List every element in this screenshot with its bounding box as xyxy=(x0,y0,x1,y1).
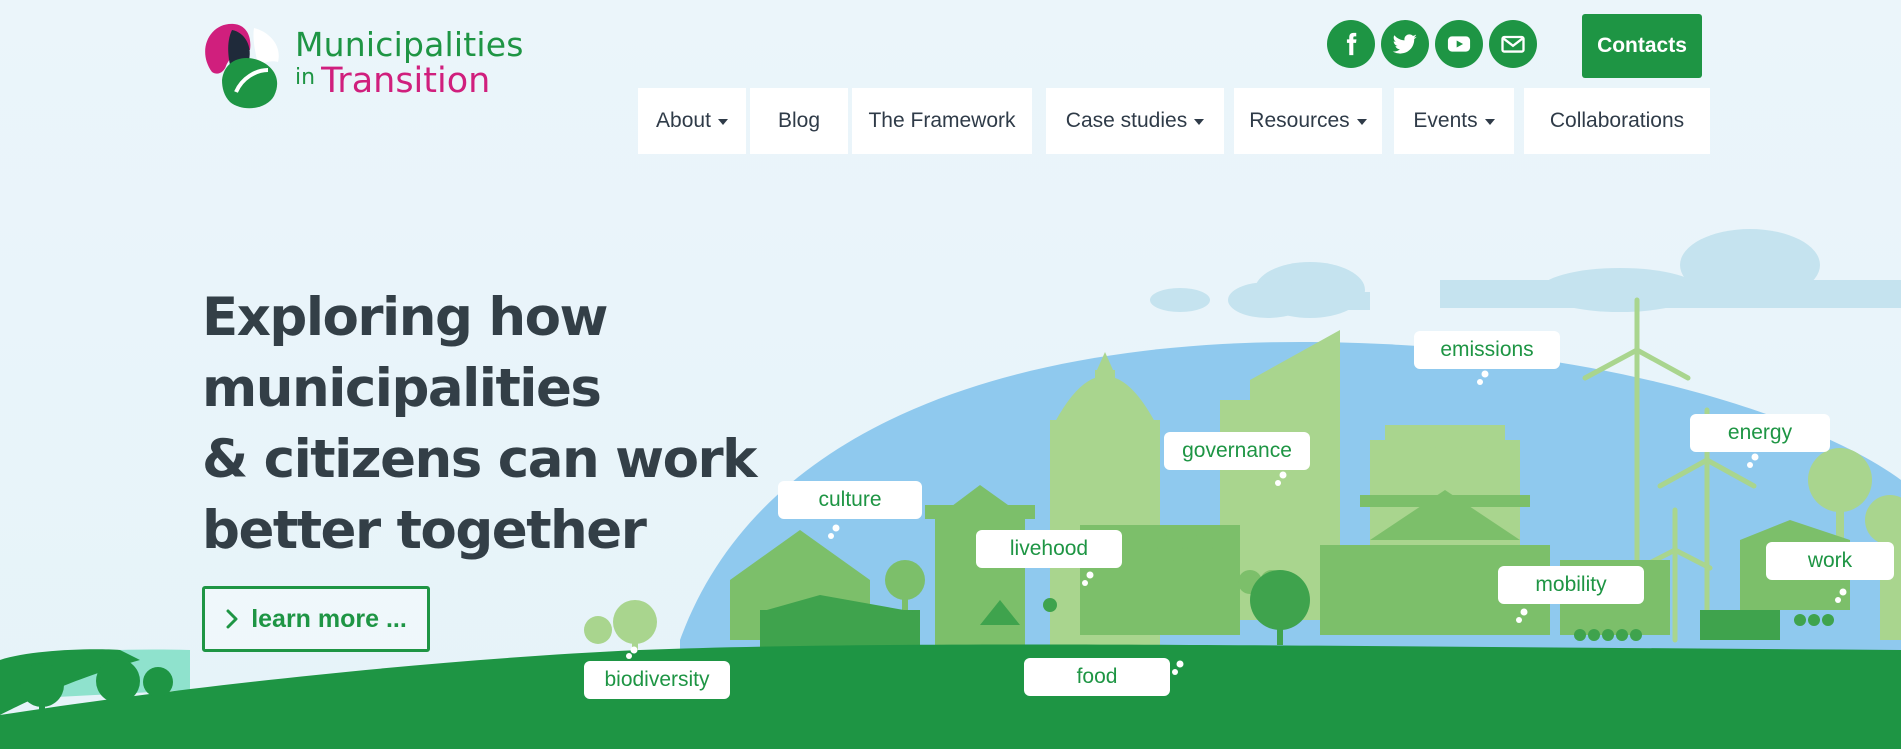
main-navigation: About Blog The Framework Case studies Re… xyxy=(0,88,1901,154)
hero-headline-line: & citizens can work xyxy=(202,429,757,490)
tag-energy[interactable]: energy xyxy=(1690,414,1830,452)
nav-item-case-studies[interactable]: Case studies xyxy=(1046,88,1224,154)
mail-icon xyxy=(1501,35,1525,53)
logo-in: in xyxy=(295,65,316,90)
tag-work[interactable]: work xyxy=(1766,542,1894,580)
youtube-icon xyxy=(1447,36,1471,52)
tag-livehood[interactable]: livehood xyxy=(976,530,1122,568)
twitter-icon xyxy=(1392,34,1417,54)
page: Municipalities in Transition Contacts Abo… xyxy=(0,0,1901,749)
nav-label-resources: Resources xyxy=(1249,109,1350,132)
nav-label-collaborations: Collaborations xyxy=(1549,109,1685,132)
nav-item-resources[interactable]: Resources xyxy=(1234,88,1382,154)
tag-culture[interactable]: culture xyxy=(778,481,922,519)
learn-more-button[interactable]: learn more ... xyxy=(202,586,430,652)
email-link[interactable] xyxy=(1489,20,1537,68)
nav-label-blog: Blog xyxy=(777,109,821,132)
social-links xyxy=(1327,20,1537,68)
logo-line-municipalities: Municipalities xyxy=(295,25,524,64)
facebook-icon xyxy=(1346,32,1357,56)
nav-item-framework[interactable]: The Framework xyxy=(852,88,1032,154)
tag-governance[interactable]: governance xyxy=(1164,432,1310,470)
nav-item-blog[interactable]: Blog xyxy=(750,88,848,154)
facebook-link[interactable] xyxy=(1327,20,1375,68)
nav-label-framework: The Framework xyxy=(868,109,1016,132)
chevron-right-icon xyxy=(226,609,238,629)
nav-label-events: Events xyxy=(1413,109,1478,132)
tag-food[interactable]: food xyxy=(1024,658,1170,696)
nav-item-collaborations[interactable]: Collaborations xyxy=(1524,88,1710,154)
hero-headline-line: Exploring how xyxy=(202,287,608,348)
youtube-link[interactable] xyxy=(1435,20,1483,68)
chevron-down-icon xyxy=(1484,119,1495,125)
chevron-down-icon xyxy=(717,119,728,125)
nav-item-events[interactable]: Events xyxy=(1394,88,1514,154)
tag-biodiversity[interactable]: biodiversity xyxy=(584,661,730,699)
tag-emissions[interactable]: emissions xyxy=(1414,331,1560,369)
nav-label-case-studies: Case studies xyxy=(1065,109,1188,132)
hero-headline-line: municipalities xyxy=(202,358,602,419)
chevron-down-icon xyxy=(1194,119,1205,125)
twitter-link[interactable] xyxy=(1381,20,1429,68)
nav-item-about[interactable]: About xyxy=(638,88,746,154)
hero-headline-line: better together xyxy=(202,500,647,561)
learn-more-label: learn more ... xyxy=(251,604,407,633)
hero-headline: Exploring how municipalities & citizens … xyxy=(202,282,762,566)
contacts-button[interactable]: Contacts xyxy=(1582,14,1702,78)
nav-label-about: About xyxy=(656,109,711,132)
tag-mobility[interactable]: mobility xyxy=(1498,566,1644,604)
chevron-down-icon xyxy=(1356,119,1367,125)
